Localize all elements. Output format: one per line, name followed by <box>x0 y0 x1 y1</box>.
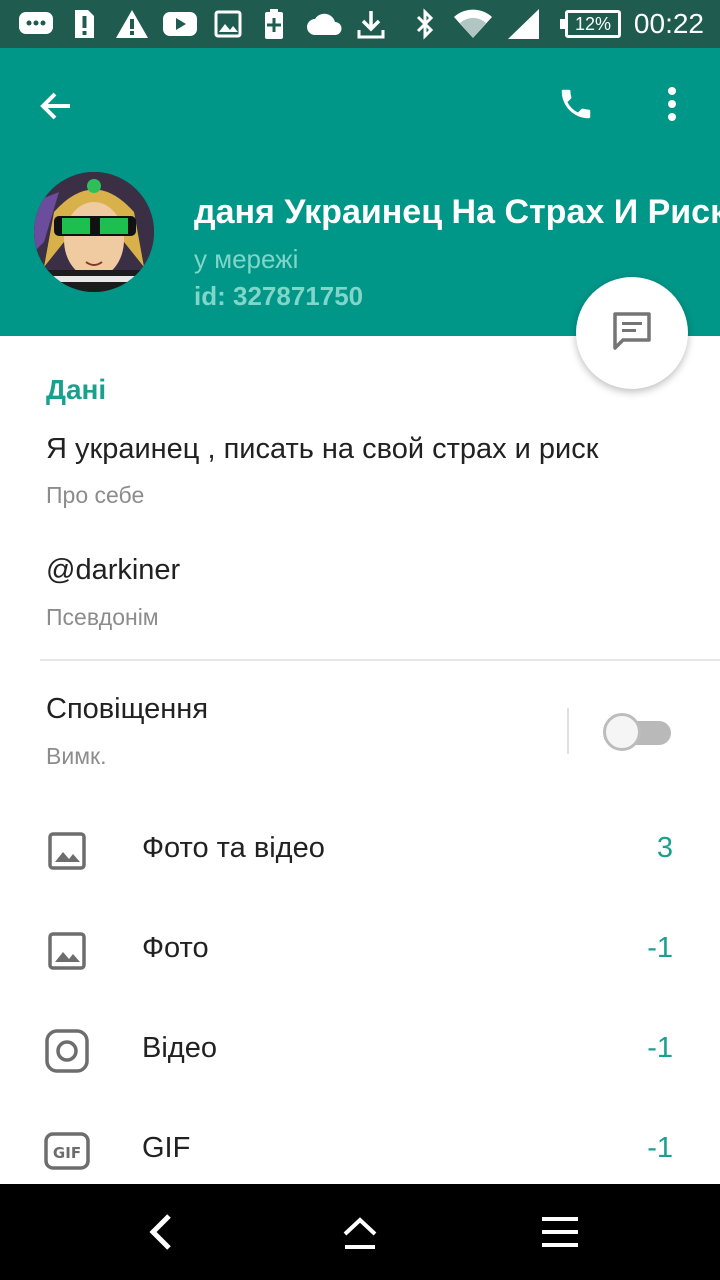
toggle-knob <box>603 713 641 751</box>
send-message-button[interactable] <box>576 277 688 389</box>
cloud-icon <box>306 8 342 40</box>
user-id: id: 327871750 <box>194 281 364 311</box>
video-icon <box>44 1028 90 1074</box>
toggle-separator <box>567 708 569 754</box>
notifications-state: Вимк. <box>46 743 107 769</box>
section-title-info: Дані <box>46 374 107 405</box>
battery-indicator: 12% <box>560 10 621 38</box>
bio-label: Про себе <box>46 482 145 508</box>
bluetooth-icon <box>414 8 436 40</box>
nav-back-icon[interactable] <box>130 1204 190 1260</box>
notifications-toggle[interactable] <box>603 712 673 751</box>
gif-icon: GIF <box>44 1128 90 1174</box>
sim-alert-icon <box>72 8 96 40</box>
youtube-icon <box>162 8 198 40</box>
photo-video-icon <box>44 828 90 874</box>
clock: 00:22 <box>633 8 704 39</box>
media-row-videos[interactable]: Відео -1 <box>0 1000 720 1100</box>
media-count: -1 <box>647 1132 673 1164</box>
nav-home-icon[interactable] <box>330 1204 390 1260</box>
back-arrow-icon[interactable] <box>30 80 82 132</box>
media-count: -1 <box>647 932 673 964</box>
chat-notification-icon <box>18 8 54 40</box>
avatar[interactable] <box>34 172 154 292</box>
navigation-bar <box>0 1184 720 1280</box>
media-count: 3 <box>656 832 673 864</box>
svg-text:GIF: GIF <box>53 1144 81 1162</box>
more-options-icon[interactable] <box>652 78 692 130</box>
notifications-title[interactable]: Сповіщення <box>46 693 208 726</box>
signal-icon <box>506 8 540 40</box>
photo-icon <box>44 928 90 974</box>
media-label: Фото <box>142 932 209 964</box>
battery-saver-icon <box>263 8 285 40</box>
media-row-photos[interactable]: Фото -1 <box>0 900 720 1000</box>
media-row-photos-videos[interactable]: Фото та відео 3 <box>0 800 720 900</box>
divider <box>40 659 720 661</box>
phone-call-icon[interactable] <box>550 78 602 130</box>
username-label: Псевдонім <box>46 604 159 630</box>
media-label: Фото та відео <box>142 832 325 864</box>
media-label: GIF <box>142 1132 191 1164</box>
image-icon <box>214 8 242 40</box>
username-text[interactable]: @darkiner <box>46 554 180 587</box>
download-icon <box>356 8 386 40</box>
wifi-icon <box>453 8 493 40</box>
contact-name: даня Украинец На Страх И Риск <box>194 193 720 231</box>
message-icon <box>609 308 655 358</box>
online-status: у мережі <box>194 244 299 274</box>
bio-text[interactable]: Я украинец , писать на свой страх и риск <box>46 433 598 466</box>
warning-icon <box>115 8 149 40</box>
media-count: -1 <box>647 1032 673 1064</box>
media-label: Відео <box>142 1032 217 1064</box>
status-bar: 12% 00:22 <box>0 0 720 48</box>
nav-menu-icon[interactable] <box>530 1204 590 1260</box>
